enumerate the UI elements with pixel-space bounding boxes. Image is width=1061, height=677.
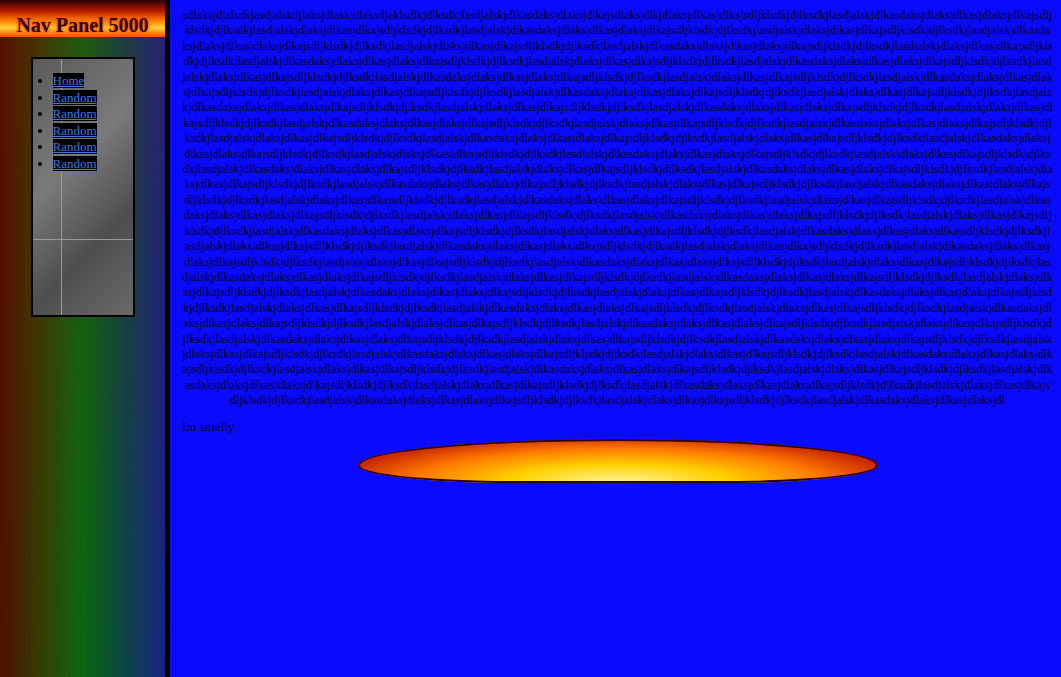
nav-link[interactable]: Home [53,73,85,88]
nav-item: Random [53,106,133,123]
nav-sidebar: Nav Panel 5000HomeRandomRandomRandomRand… [0,0,170,677]
nav-item: Home [53,73,133,90]
nav-list: HomeRandomRandomRandomRandomRandom [33,73,133,172]
nav-link[interactable]: Random [53,90,97,105]
nav-link[interactable]: Random [53,139,97,154]
nav-link[interactable]: Random [53,156,97,171]
nav-item: Random [53,123,133,140]
nav-item: Random [53,156,133,173]
nav-box: HomeRandomRandomRandomRandomRandom [31,57,135,317]
nav-item: Random [53,139,133,156]
nav-link[interactable]: Random [53,106,97,121]
gibberish-text: sdlaksjdjalsdkjasdjalskdjlaksjdlaskjdlak… [182,8,1053,409]
caption: Im smelly [182,419,1053,435]
page: Nav Panel 5000HomeRandomRandomRandomRand… [0,0,1061,677]
flame-image [358,439,878,483]
nav-link[interactable]: Random [53,123,97,138]
nav-item: Random [53,90,133,107]
flame-row [182,439,1053,483]
nav-title: Nav Panel 5000 [0,0,165,37]
main-content: sdlaksjdjalsdkjasdjalskdjlaksjdlaskjdlak… [170,0,1061,677]
